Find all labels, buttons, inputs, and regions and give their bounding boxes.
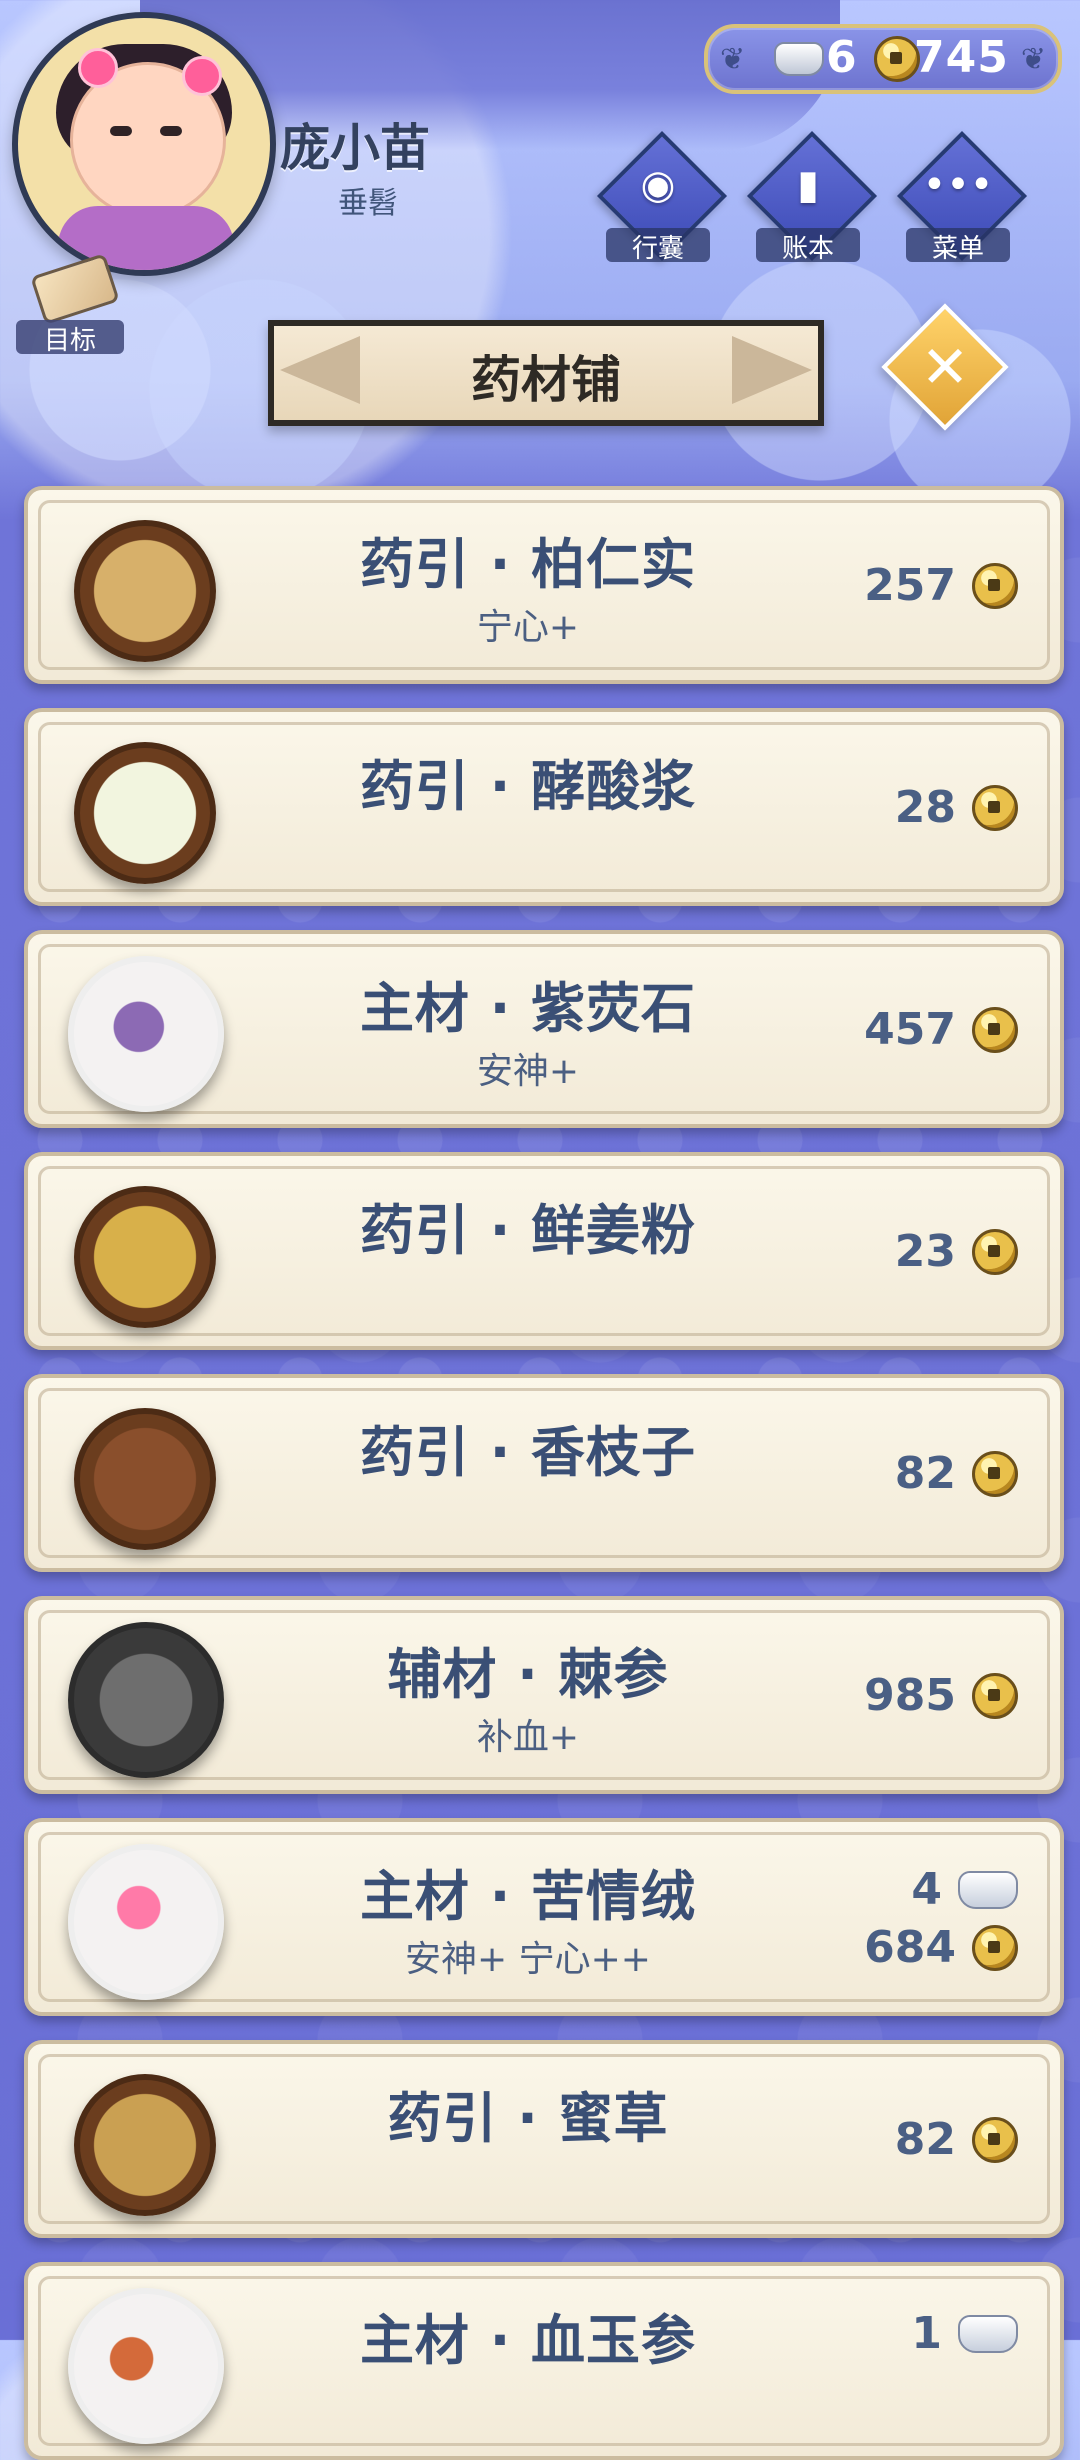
copper-price: 23 [894, 1226, 956, 1277]
copper-price: 684 [864, 1922, 956, 1973]
copper-coin-icon [972, 1924, 1018, 1971]
shop-item[interactable]: 主材 · 苦情绒 安神+ 宁心++ 4 684 [24, 1818, 1064, 2016]
bamboo-icon: ❦ [720, 42, 746, 77]
silver-price-row: 1 [911, 2308, 1018, 2359]
item-price: 985 [864, 1670, 1018, 1721]
item-name: 主材 · 紫荧石 [359, 977, 697, 1040]
item-name: 主材 · 血玉参 [359, 2309, 697, 2372]
silver-price: 4 [911, 1864, 942, 1915]
copper-coin-icon [972, 562, 1018, 609]
item-effect: 补血+ [476, 1717, 580, 1758]
goal-label: 目标 [16, 320, 124, 356]
sea-cucumber-plate-icon [68, 1622, 224, 1778]
item-effect: 安神+ [476, 1051, 580, 1092]
item-price: 82 [895, 1448, 1018, 1499]
bamboo-icon: ❦ [1020, 42, 1046, 77]
silver-price-row: 4 [911, 1864, 1018, 1915]
item-effect: 安神+ 宁心++ [405, 1939, 651, 1980]
copper-price: 82 [894, 1448, 956, 1499]
item-name: 药引 · 酵酸浆 [359, 755, 697, 818]
item-price: 23 [895, 1226, 1018, 1277]
copper-coin-icon [972, 1450, 1018, 1497]
copper-price: 457 [864, 1004, 956, 1055]
menu-label: 菜单 [906, 228, 1010, 264]
nuts-bowl-icon [74, 1408, 216, 1550]
menu-button-ledger[interactable]: ▮ 账本 [746, 130, 878, 264]
bag-icon: ◉ [640, 162, 676, 208]
item-name: 药引 · 鲜姜粉 [359, 1199, 697, 1262]
more-icon: ••• [922, 162, 994, 208]
herb-bowl-icon [74, 2074, 216, 2216]
silver-ingot-icon [958, 1870, 1018, 1909]
menu-button-menu[interactable]: ••• 菜单 [896, 130, 1028, 264]
copper-coin-icon [972, 1228, 1018, 1275]
item-name: 药引 · 香枝子 [359, 1421, 697, 1484]
silver-count: 6 [826, 32, 857, 83]
currency-bar: ❦ 6 745 ❦ [704, 24, 1062, 94]
player-avatar[interactable] [12, 12, 276, 276]
shop-item[interactable]: 主材 · 血玉参 1 [24, 2262, 1064, 2460]
silver-ingot-icon [774, 42, 824, 76]
player-name: 庞小苗 [280, 119, 430, 177]
shop-title-banner: 药材铺 [268, 320, 824, 426]
item-name: 辅材 · 棘参 [387, 1643, 669, 1706]
item-name: 主材 · 苦情绒 [359, 1865, 697, 1928]
avatar-eye-right [160, 126, 182, 136]
silver-price: 1 [911, 2308, 942, 2359]
ginger-bowl-icon [74, 1186, 216, 1328]
seed-bowl-icon [74, 520, 216, 662]
shop-item[interactable]: 辅材 · 棘参 补血+ 985 [24, 1596, 1064, 1794]
item-price: 257 [864, 560, 1018, 611]
item-price: 457 [864, 1004, 1018, 1055]
shop-title: 药材铺 [471, 351, 621, 409]
menu-label: 账本 [756, 228, 860, 264]
item-effect: 宁心+ [476, 607, 580, 648]
shop-item[interactable]: 药引 · 酵酸浆 28 [24, 708, 1064, 906]
menu-button-bag[interactable]: ◉ 行囊 [596, 130, 728, 264]
copper-price: 82 [894, 2114, 956, 2165]
scroll-icon [30, 253, 120, 325]
item-price: 82 [895, 2114, 1018, 2165]
item-name: 药引 · 柏仁实 [359, 533, 697, 596]
copper-coin-icon [972, 2116, 1018, 2163]
shop-item[interactable]: 药引 · 柏仁实 宁心+ 257 [24, 486, 1064, 684]
avatar-flower-icon [182, 56, 222, 96]
item-price: 28 [895, 782, 1018, 833]
copper-coin-icon [972, 1006, 1018, 1053]
copper-price-row: 684 [864, 1922, 1018, 1973]
close-icon: ✕ [920, 333, 970, 401]
player-title: 垂髫 [338, 186, 398, 221]
flower-plate-icon [68, 1844, 224, 2000]
amethyst-plate-icon [68, 956, 224, 1112]
avatar-eye-left [110, 126, 132, 136]
shop-item[interactable]: 药引 · 蜜草 82 [24, 2040, 1064, 2238]
shop-item[interactable]: 药引 · 鲜姜粉 23 [24, 1152, 1064, 1350]
ginseng-plate-icon [68, 2288, 224, 2444]
silver-ingot-icon [958, 2314, 1018, 2353]
ledger-icon: ▮ [796, 162, 819, 208]
milk-bowl-icon [74, 742, 216, 884]
goal-button[interactable]: 目标 [16, 253, 126, 356]
copper-coin-icon [972, 1672, 1018, 1719]
copper-count: 745 [914, 32, 1009, 83]
avatar-flower-icon [78, 48, 118, 88]
close-button[interactable]: ✕ [881, 303, 1009, 431]
copper-price: 985 [864, 1670, 956, 1721]
shop-item[interactable]: 药引 · 香枝子 82 [24, 1374, 1064, 1572]
menu-label: 行囊 [606, 228, 710, 264]
copper-price: 28 [894, 782, 956, 833]
shop-item[interactable]: 主材 · 紫荧石 安神+ 457 [24, 930, 1064, 1128]
copper-coin-icon [972, 784, 1018, 831]
copper-price: 257 [864, 560, 956, 611]
item-name: 药引 · 蜜草 [387, 2087, 669, 2150]
